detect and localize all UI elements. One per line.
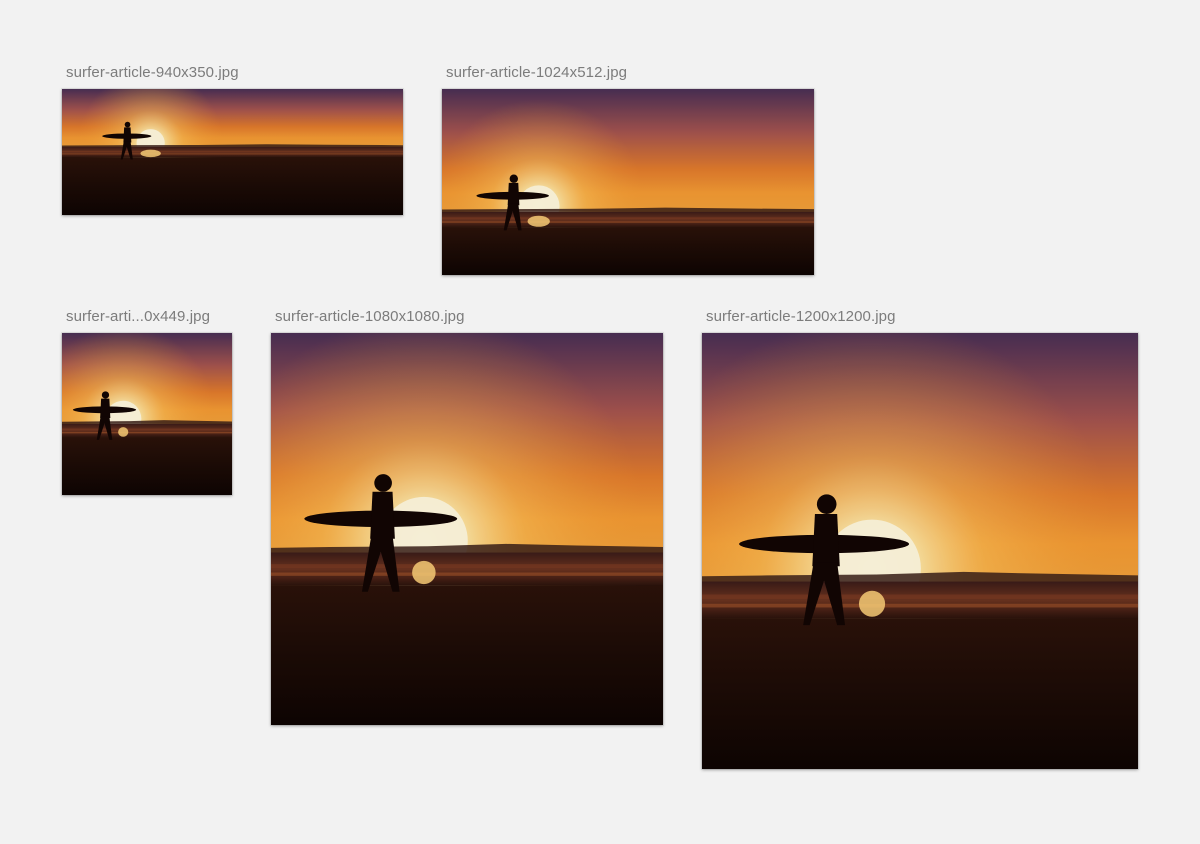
- sunset-surfer-photo: [702, 333, 1138, 769]
- sunset-surfer-photo: [442, 89, 814, 275]
- file-name-label: surfer-arti...0x449.jpg: [66, 308, 211, 325]
- file-name-label: surfer-article-1200x1200.jpg: [706, 308, 896, 325]
- image-thumbnail[interactable]: [62, 89, 403, 215]
- file-item[interactable]: surfer-article-1080x1080.jpg: [271, 308, 663, 725]
- image-thumbnail[interactable]: [442, 89, 814, 275]
- image-thumbnail[interactable]: [702, 333, 1138, 769]
- file-item[interactable]: surfer-article-940x350.jpg: [62, 64, 403, 215]
- file-name-label: surfer-article-1080x1080.jpg: [275, 308, 465, 325]
- file-name-label: surfer-article-940x350.jpg: [66, 64, 239, 81]
- sunset-surfer-photo: [62, 89, 403, 215]
- image-thumbnail[interactable]: [62, 333, 232, 495]
- file-name-label: surfer-article-1024x512.jpg: [446, 64, 628, 81]
- sunset-surfer-photo: [271, 333, 663, 725]
- image-thumbnail[interactable]: [271, 333, 663, 725]
- file-item[interactable]: surfer-article-1024x512.jpg: [442, 64, 814, 275]
- sunset-surfer-photo: [62, 333, 232, 495]
- file-item[interactable]: surfer-arti...0x449.jpg: [62, 308, 232, 495]
- file-item[interactable]: surfer-article-1200x1200.jpg: [702, 308, 1138, 769]
